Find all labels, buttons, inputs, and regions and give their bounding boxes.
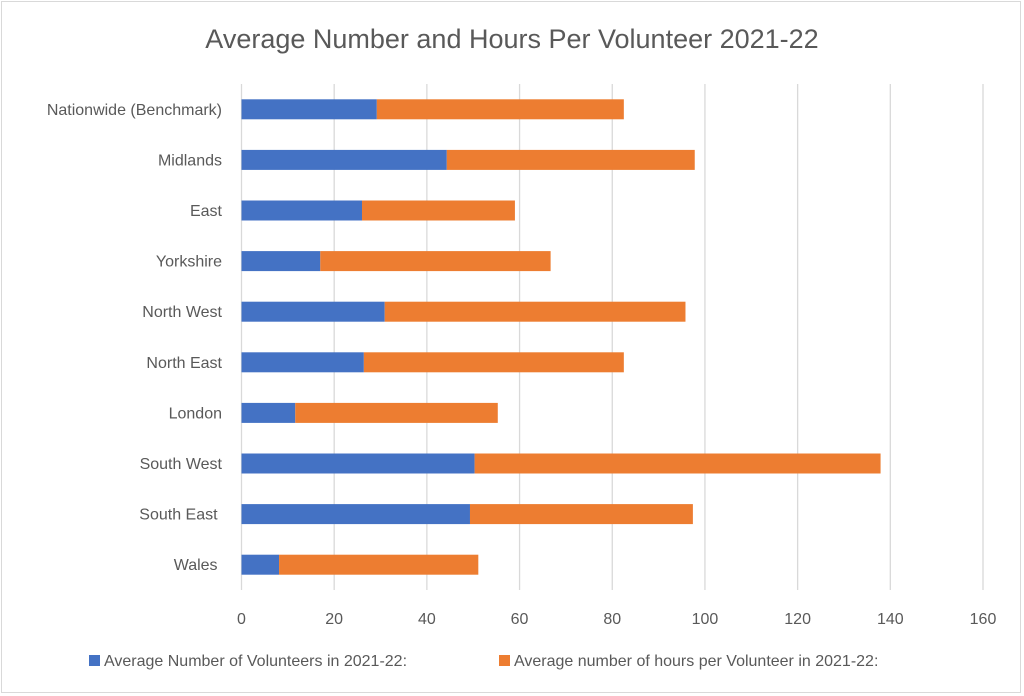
bar-volunteers (241, 99, 377, 120)
bar-hours (295, 402, 498, 423)
x-tick-label: 140 (877, 611, 904, 628)
stacked-bar-chart: Average Number and Hours Per Volunteer 2… (47, 24, 997, 670)
x-tick-label: 20 (325, 611, 343, 628)
legend: Average Number of Volunteers in 2021-22:… (89, 653, 878, 670)
category-label: South West (140, 456, 223, 473)
bar-hours (279, 554, 479, 575)
category-label: North East (146, 355, 222, 372)
legend-label-volunteers[interactable]: Average Number of Volunteers in 2021-22: (104, 653, 407, 670)
category-label: Yorkshire (156, 254, 222, 271)
bar-volunteers (241, 504, 470, 525)
legend-swatch-volunteers (89, 655, 100, 666)
bar-volunteers (241, 251, 321, 272)
bar-volunteers (241, 149, 447, 170)
category-labels: Nationwide (Benchmark) Midlands East Yorksh… (47, 102, 223, 574)
bar-volunteers (241, 402, 296, 423)
bar-volunteers (241, 453, 475, 474)
legend-swatch-hours (499, 655, 510, 666)
x-tick-labels: 0 20 40 60 80 100 120 140 160 (237, 611, 996, 628)
x-tick-label: 100 (692, 611, 719, 628)
bar-hours (376, 99, 624, 120)
bars (241, 99, 881, 575)
x-tick-label: 120 (784, 611, 811, 628)
bar-hours (474, 453, 881, 474)
category-label: South East (139, 507, 222, 524)
x-tick-label: 0 (237, 611, 246, 628)
bar-hours (384, 301, 686, 322)
category-label: North West (142, 304, 222, 321)
bar-volunteers (241, 352, 364, 373)
x-tick-label: 60 (511, 611, 529, 628)
bar-hours (446, 149, 695, 170)
category-label: East (190, 203, 223, 220)
bar-hours (469, 504, 693, 525)
legend-label-hours[interactable]: Average number of hours per Volunteer in… (514, 653, 878, 670)
category-label: London (169, 405, 222, 422)
x-tick-label: 160 (970, 611, 997, 628)
bar-hours (361, 200, 515, 221)
bar-volunteers (241, 554, 280, 575)
category-label: Midlands (158, 152, 222, 169)
category-label: Nationwide (Benchmark) (47, 102, 222, 119)
chart-title: Average Number and Hours Per Volunteer 2… (205, 24, 818, 54)
x-tick-label: 40 (418, 611, 436, 628)
bar-volunteers (241, 301, 385, 322)
x-tick-label: 80 (603, 611, 621, 628)
category-label: Wales (174, 557, 222, 574)
bar-volunteers (241, 200, 362, 221)
bar-hours (320, 251, 551, 272)
bar-hours (363, 352, 624, 373)
